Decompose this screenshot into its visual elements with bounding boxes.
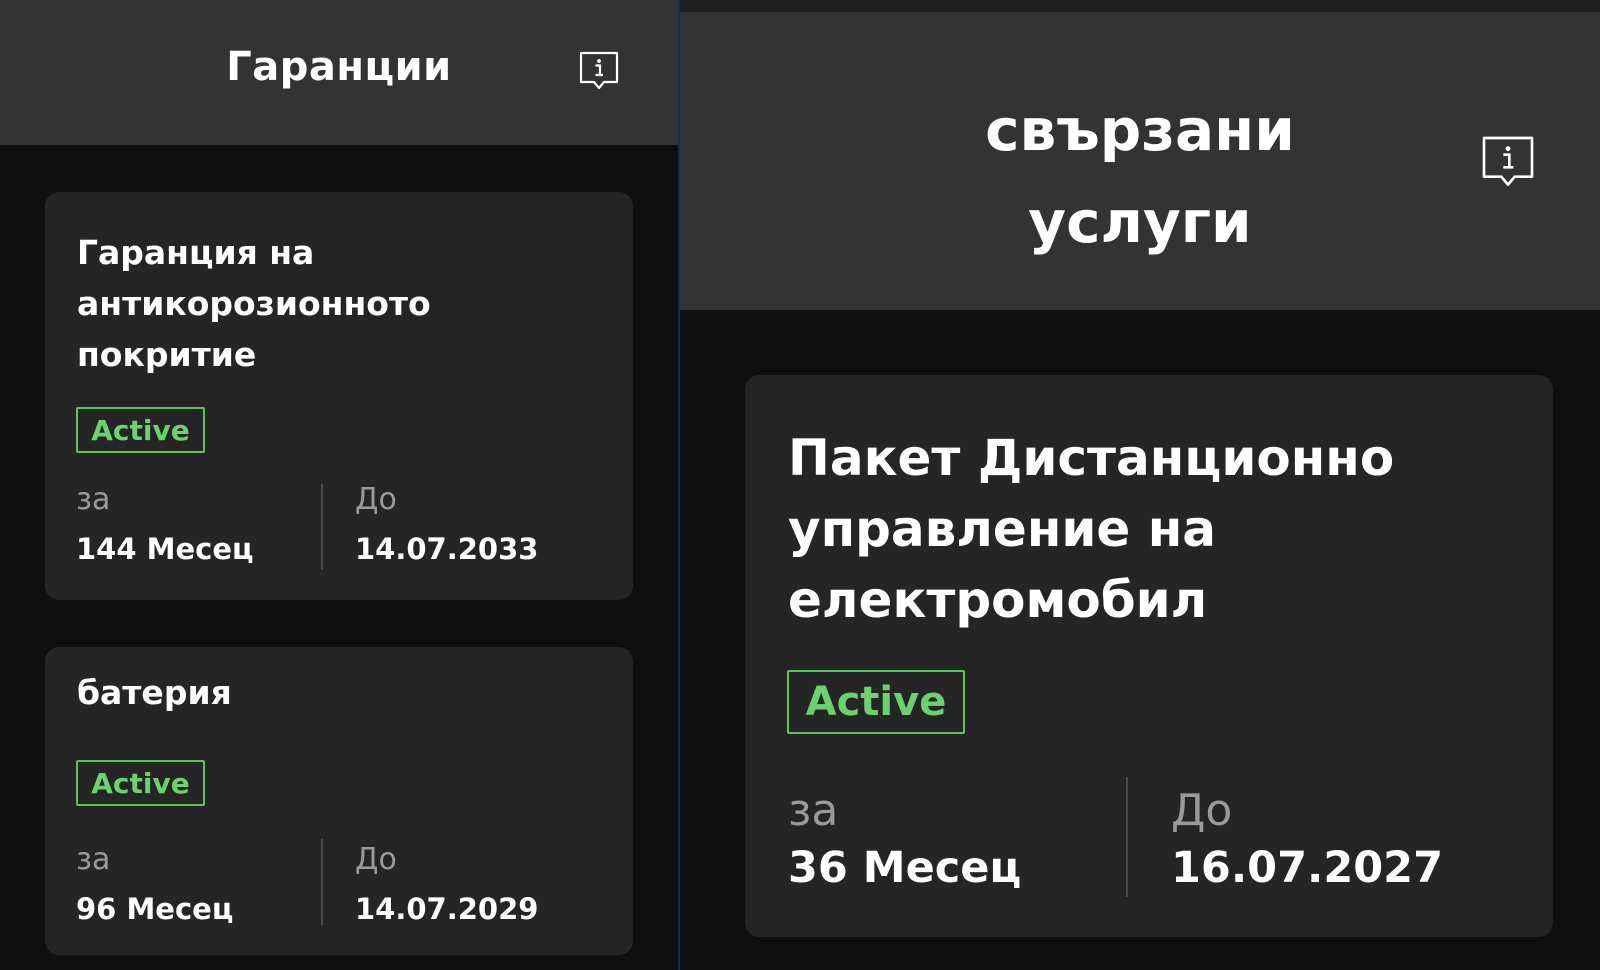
warranties-header: Гаранции — [0, 0, 678, 145]
duration-label: за — [76, 842, 111, 877]
duration-label: за — [788, 785, 839, 836]
until-label: До — [1171, 785, 1233, 836]
warranties-panel: Гаранции Гаранция на антикорозионното по… — [0, 0, 678, 970]
until-label: До — [355, 842, 397, 877]
info-icon[interactable] — [578, 50, 620, 92]
title-line-2: услуги — [1028, 188, 1252, 256]
screen: Гаранции Гаранция на антикорозионното по… — [0, 0, 1600, 970]
field-divider — [321, 839, 323, 925]
connected-services-header: свързани услуги — [680, 12, 1600, 310]
duration-value: 36 Месец — [788, 843, 1022, 893]
top-strip — [680, 0, 1600, 12]
warranty-card[interactable]: батерия Active за 96 Месец До 14.07.2029 — [45, 647, 633, 955]
until-value: 16.07.2027 — [1171, 843, 1444, 893]
field-divider — [321, 484, 323, 570]
warranty-card-title: батерия — [77, 673, 232, 712]
service-card-title: Пакет Дистанционно управление на електро… — [788, 429, 1395, 629]
warranty-card[interactable]: Гаранция на антикорозионното покритие Ac… — [45, 192, 633, 600]
warranties-title: Гаранции — [226, 44, 452, 90]
duration-value: 144 Месец — [76, 532, 254, 566]
info-icon[interactable] — [1480, 134, 1536, 190]
connected-services-title: свързани услуги — [680, 84, 1600, 268]
duration-value: 96 Месец — [76, 892, 234, 926]
warranty-card-title: Гаранция на антикорозионното покритие — [77, 233, 431, 374]
duration-label: за — [76, 482, 111, 517]
status-badge: Active — [76, 407, 205, 453]
service-card[interactable]: Пакет Дистанционно управление на електро… — [745, 375, 1553, 937]
status-badge: Active — [787, 670, 965, 734]
until-value: 14.07.2033 — [355, 532, 539, 566]
until-value: 14.07.2029 — [355, 892, 539, 926]
field-divider — [1126, 777, 1128, 897]
title-line-1: свързани — [985, 96, 1295, 164]
until-label: До — [355, 482, 397, 517]
status-badge: Active — [76, 760, 205, 806]
